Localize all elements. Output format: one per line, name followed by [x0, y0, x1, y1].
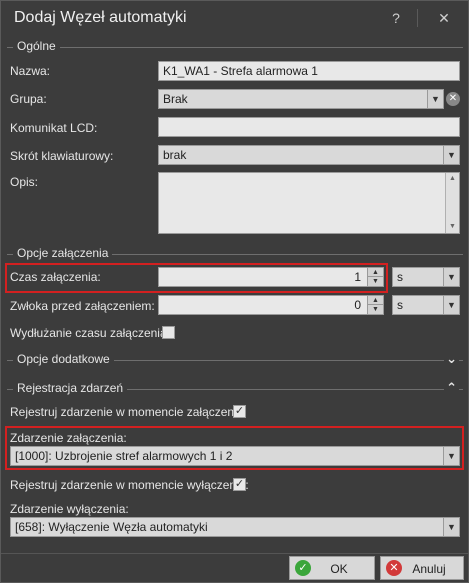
- chevron-up-icon[interactable]: ⌃: [444, 380, 459, 396]
- cancel-button-label: Anuluj: [412, 562, 446, 576]
- register-off-label: Rejestruj zdarzenie w momencie wyłączeni…: [10, 478, 249, 492]
- shortcut-label: Skrót klawiaturowy:: [10, 149, 114, 163]
- group-clear-icon[interactable]: ✕: [446, 92, 460, 106]
- activation-time-unit-value: s: [397, 270, 403, 284]
- help-button[interactable]: ?: [385, 7, 407, 29]
- group-select-value: Brak: [163, 92, 188, 106]
- shortcut-select[interactable]: brak ▼: [158, 145, 460, 165]
- dialog-window: Dodaj Węzeł automatyki ? ✕ Ogólne Nazwa:…: [0, 0, 469, 583]
- delay-label: Zwłoka przed załączeniem:: [10, 299, 155, 313]
- lcd-label: Komunikat LCD:: [10, 121, 98, 135]
- ok-button-label: OK: [330, 562, 348, 576]
- scroll-up-icon[interactable]: ▲: [446, 173, 459, 185]
- shortcut-select-value: brak: [163, 148, 187, 162]
- section-events[interactable]: Rejestracja zdarzeń ⌃: [7, 380, 463, 397]
- cancel-button[interactable]: ✕ Anuluj: [380, 556, 464, 580]
- name-input-value: K1_WA1 - Strefa alarmowa 1: [163, 64, 318, 78]
- description-label: Opis:: [10, 175, 39, 189]
- register-on-label: Rejestruj zdarzenie w momencie załączeni…: [10, 405, 247, 419]
- delay-unit-select[interactable]: s ▼: [392, 295, 460, 315]
- shortcut-dropdown-icon[interactable]: ▼: [443, 146, 459, 164]
- delay-value: 0: [354, 298, 361, 312]
- description-textarea[interactable]: ▲ ▼: [158, 172, 460, 234]
- spin-down-icon[interactable]: ▼: [368, 305, 383, 314]
- name-input[interactable]: K1_WA1 - Strefa alarmowa 1: [158, 61, 460, 81]
- delay-unit-value: s: [397, 298, 403, 312]
- group-dropdown-icon[interactable]: ▼: [427, 90, 443, 108]
- delay-input[interactable]: 0 ▲ ▼: [158, 295, 384, 315]
- title-divider: [417, 9, 418, 27]
- section-general: Ogólne: [7, 39, 463, 55]
- section-activation-label: Opcje załączenia: [13, 246, 113, 260]
- dialog-title: Dodaj Węzeł automatyki: [14, 9, 187, 26]
- spin-up-icon[interactable]: ▲: [368, 296, 383, 305]
- off-event-label: Zdarzenie wyłączenia:: [10, 502, 129, 516]
- lcd-input[interactable]: [158, 117, 460, 137]
- unit-dropdown-icon[interactable]: ▼: [443, 268, 459, 286]
- section-additional[interactable]: Opcje dodatkowe ⌄: [7, 351, 463, 368]
- section-events-label: Rejestracja zdarzeń: [13, 381, 128, 395]
- chevron-down-icon[interactable]: ⌄: [444, 351, 459, 367]
- activation-time-unit-select[interactable]: s ▼: [392, 267, 460, 287]
- register-off-checkbox[interactable]: ✓: [233, 478, 246, 491]
- unit-dropdown-icon[interactable]: ▼: [443, 296, 459, 314]
- ok-button[interactable]: ✓ OK: [289, 556, 375, 580]
- off-event-dropdown-icon[interactable]: ▼: [443, 518, 459, 536]
- off-event-value: [658]: Wyłączenie Węzła automatyki: [15, 520, 208, 534]
- scroll-down-icon[interactable]: ▼: [446, 221, 459, 233]
- on-event-highlight: [5, 426, 464, 470]
- activation-time-highlight: [5, 263, 388, 293]
- description-scrollbar[interactable]: ▲ ▼: [445, 173, 459, 233]
- group-select[interactable]: Brak ▼: [158, 89, 444, 109]
- close-button[interactable]: ✕: [433, 7, 455, 29]
- section-additional-label: Opcje dodatkowe: [13, 352, 114, 366]
- extend-label: Wydłużanie czasu załączenia:: [10, 326, 170, 340]
- register-on-checkbox[interactable]: ✓: [233, 405, 246, 418]
- section-general-label: Ogólne: [13, 39, 60, 53]
- title-bar[interactable]: Dodaj Węzeł automatyki ? ✕: [1, 1, 468, 35]
- group-label: Grupa:: [10, 92, 47, 106]
- extend-checkbox[interactable]: [162, 326, 175, 339]
- footer-divider: [1, 553, 468, 554]
- delay-spinner[interactable]: ▲ ▼: [367, 296, 383, 314]
- off-event-select[interactable]: [658]: Wyłączenie Węzła automatyki ▼: [10, 517, 460, 537]
- section-activation: Opcje załączenia: [7, 246, 463, 262]
- name-label: Nazwa:: [10, 64, 51, 78]
